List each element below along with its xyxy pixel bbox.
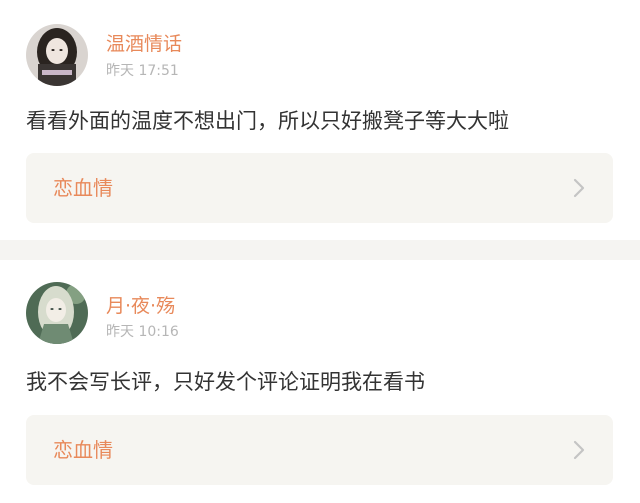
timestamp: 昨天 10:16 xyxy=(106,324,179,340)
book-title: 恋血情 xyxy=(53,438,113,462)
chevron-right-icon xyxy=(569,440,589,460)
book-link-card[interactable]: 恋血情 xyxy=(26,415,613,485)
chevron-right-icon xyxy=(569,178,589,198)
user-avatar[interactable] xyxy=(26,282,88,344)
book-title: 恋血情 xyxy=(53,176,113,200)
comment-text: 我不会写长评，只好发个评论证明我在看书 xyxy=(26,370,425,394)
section-divider xyxy=(0,240,640,260)
comment-item: 月·夜·殇 昨天 10:16 我不会写长评，只好发个评论证明我在看书 恋血情 xyxy=(0,260,640,503)
book-link-card[interactable]: 恋血情 xyxy=(26,153,613,223)
comment-feed: 温酒情话 昨天 17:51 看看外面的温度不想出门，所以只好搬凳子等大大啦 恋血… xyxy=(0,0,640,503)
username[interactable]: 温酒情话 xyxy=(106,33,182,55)
avatar-girl-dark-hair-icon xyxy=(26,24,88,86)
comment-item: 温酒情话 昨天 17:51 看看外面的温度不想出门，所以只好搬凳子等大大啦 恋血… xyxy=(0,0,640,240)
avatar-anime-character-icon xyxy=(26,282,88,344)
user-avatar[interactable] xyxy=(26,24,88,86)
comment-text: 看看外面的温度不想出门，所以只好搬凳子等大大啦 xyxy=(26,109,509,133)
timestamp: 昨天 17:51 xyxy=(106,63,179,79)
username[interactable]: 月·夜·殇 xyxy=(106,295,175,317)
